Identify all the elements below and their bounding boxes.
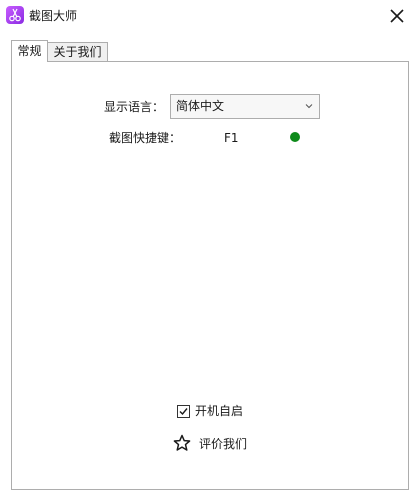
window-title: 截图大师 xyxy=(29,9,78,23)
scissors-icon xyxy=(6,6,24,24)
language-label: 显示语言： xyxy=(104,100,165,114)
hotkey-label: 截图快捷键： xyxy=(109,131,182,145)
title-bar: 截图大师 xyxy=(0,0,419,32)
chevron-down-icon xyxy=(305,104,313,109)
settings-panel xyxy=(11,61,409,490)
close-button[interactable] xyxy=(385,4,409,28)
rate-us-button[interactable]: 评价我们 xyxy=(173,434,253,454)
tab-general[interactable]: 常规 xyxy=(11,40,48,62)
hotkey-status-indicator xyxy=(290,132,300,142)
tab-about-us[interactable]: 关于我们 xyxy=(48,42,108,62)
star-icon xyxy=(173,434,191,451)
language-select-value: 简体中文 xyxy=(176,99,225,113)
checkmark-icon xyxy=(179,408,188,416)
hotkey-value[interactable]: F1 xyxy=(224,130,239,146)
close-icon xyxy=(390,9,404,23)
language-select[interactable]: 简体中文 xyxy=(170,94,320,119)
rate-us-label: 评价我们 xyxy=(199,437,248,451)
autostart-checkbox[interactable] xyxy=(177,405,190,418)
autostart-label[interactable]: 开机自启 xyxy=(195,403,243,419)
